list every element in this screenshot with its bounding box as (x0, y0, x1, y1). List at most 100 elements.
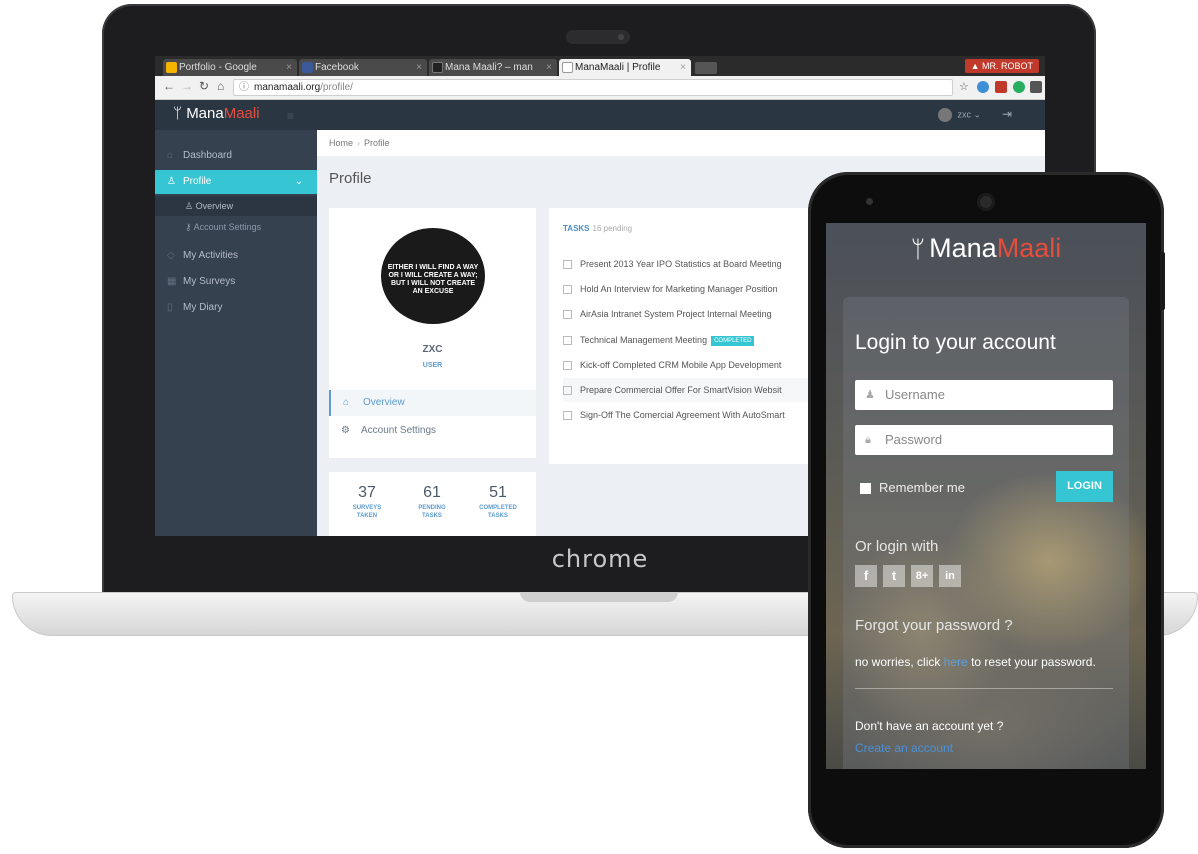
close-icon[interactable]: × (546, 59, 552, 76)
twitter-icon[interactable]: t (883, 565, 905, 587)
phone-screen: ᛘ ManaMaali Login to your account ♟ Usern… (826, 223, 1146, 769)
browser-tab[interactable]: Portfolio - Google × (163, 59, 297, 76)
browser-tab-active[interactable]: ManaMaali | Profile × (559, 59, 691, 76)
task-label: Prepare Commercial Offer For SmartVision… (580, 385, 782, 395)
stat-label: COMPLETED TASKS (479, 505, 517, 519)
device-mockup: chrome Portfolio - Google × Facebook × M… (0, 0, 1198, 854)
stat-surveys-taken: 37 SURVEYS TAKEN (337, 484, 397, 520)
linkedin-icon[interactable]: in (939, 565, 961, 587)
reload-icon[interactable]: ↻ (199, 79, 209, 93)
chevron-down-icon: ⌄ (294, 176, 303, 187)
no-account-text: Don't have an account yet ? (855, 719, 1004, 733)
home-icon: ⌂ (343, 397, 350, 408)
sidebar-item-profile[interactable]: ♙ Profile ⌄ (155, 170, 317, 194)
stat-pending-tasks: 61 PENDING TASKS (402, 484, 462, 520)
sidebar: ⌂ Dashboard ♙ Profile ⌄ ♙ Overview ⚷ Accou… (155, 130, 317, 536)
task-checkbox[interactable] (563, 260, 572, 270)
task-label: Kick-off Completed CRM Mobile App Develo… (580, 360, 782, 370)
task-checkbox[interactable] (563, 310, 572, 320)
phone-logo: ᛘ ManaMaali (826, 233, 1146, 264)
info-icon: ⓘ (239, 82, 249, 93)
logo-text-accent: Maali (996, 233, 1062, 263)
logo-mark-icon: ᛘ (173, 105, 183, 122)
task-checkbox[interactable] (563, 336, 572, 346)
close-icon[interactable]: × (286, 59, 292, 76)
username-field[interactable]: ♟ Username (855, 380, 1113, 410)
logo-text-accent: Maali (223, 105, 260, 122)
password-field[interactable]: 🔒︎ Password (855, 425, 1113, 455)
task-checkbox[interactable] (563, 361, 572, 371)
slides-icon (166, 62, 177, 73)
sidebar-item-my-diary[interactable]: ▯ My Diary (155, 296, 317, 320)
browser-tab[interactable]: Facebook × (299, 59, 427, 76)
tab-label: Portfolio - Google (179, 62, 257, 73)
sidebar-item-my-surveys[interactable]: ▦ My Surveys (155, 270, 317, 294)
sidebar-item-label: Profile (183, 176, 212, 187)
phone-camera (977, 193, 995, 211)
pocket-icon[interactable] (1030, 81, 1042, 93)
forward-arrow-icon[interactable]: → (181, 79, 193, 93)
phone-sensor (866, 198, 873, 205)
new-tab-button[interactable] (695, 62, 717, 74)
task-checkbox[interactable] (563, 386, 572, 396)
sidebar-item-label: Overview (195, 201, 234, 211)
reset-password-text: no worries, click here to reset your pas… (855, 655, 1096, 669)
remember-checkbox[interactable] (860, 483, 871, 495)
login-button[interactable]: LOGIN (1056, 471, 1113, 502)
home-icon[interactable]: ⌂ (217, 79, 224, 93)
grid-icon: ▦ (167, 276, 177, 287)
facebook-icon[interactable]: f (855, 565, 877, 587)
key-icon: ⚷ (185, 222, 194, 232)
close-icon[interactable]: × (416, 59, 422, 76)
app-logo[interactable]: ᛘ ManaMaali (173, 105, 260, 122)
user-menu[interactable]: zxc ⌄ (938, 108, 981, 122)
stat-value: 61 (423, 484, 441, 501)
profile-menu-overview[interactable]: ⌂ Overview (329, 390, 536, 416)
task-label: Sign-Off The Comercial Agreement With Au… (580, 410, 785, 420)
extension-icon[interactable] (1013, 81, 1025, 93)
url-field[interactable]: ⓘ manamaali.org/profile/ (233, 79, 953, 96)
login-title: Login to your account (855, 331, 1056, 354)
site-favicon-icon (432, 62, 443, 73)
close-icon[interactable]: × (680, 59, 686, 76)
logout-icon[interactable]: ⇥ (1002, 107, 1012, 121)
reset-prefix: no worries, click (855, 655, 941, 669)
page-title: Profile (329, 170, 372, 187)
tab-label: ManaMaali | Profile (575, 62, 661, 73)
browser-tab[interactable]: Mana Maali? – man × (429, 59, 557, 76)
user-icon: ♙ (185, 201, 196, 211)
star-icon[interactable]: ☆ (959, 80, 969, 93)
task-checkbox[interactable] (563, 411, 572, 421)
stat-value: 51 (489, 484, 507, 501)
user-icon: ♙ (167, 176, 176, 187)
login-form: Login to your account ♟ Username 🔒︎ Pass… (843, 297, 1129, 769)
password-placeholder: Password (885, 432, 943, 447)
book-icon: ▯ (167, 302, 173, 313)
logo-mark-icon: ᛘ (910, 236, 926, 263)
url-host: manamaali.org (254, 82, 321, 93)
sidebar-subitem-overview[interactable]: ♙ Overview (155, 196, 317, 216)
extension-icon[interactable] (995, 81, 1007, 93)
breadcrumb-home[interactable]: Home (329, 138, 353, 148)
forgot-password-title: Forgot your password ? (855, 617, 1013, 634)
google-plus-icon[interactable]: 8+ (911, 565, 933, 587)
sidebar-item-dashboard[interactable]: ⌂ Dashboard (155, 144, 317, 168)
remember-me[interactable]: Remember me (860, 480, 965, 495)
profile-menu-account-settings[interactable]: ⚙ Account Settings (329, 418, 536, 444)
task-checkbox[interactable] (563, 285, 572, 295)
extension-icon[interactable] (977, 81, 989, 93)
logo-text: Mana (929, 233, 997, 263)
browser-profile-badge[interactable]: ▲ MR. ROBOT (964, 59, 1039, 73)
sidebar-item-my-activities[interactable]: ◇ My Activities (155, 244, 317, 268)
reset-password-link[interactable]: here (944, 655, 968, 669)
reset-suffix: to reset your password. (971, 655, 1096, 669)
profile-avatar: EITHER I WILL FIND A WAY OR I WILL CREAT… (381, 228, 485, 324)
facebook-icon (302, 62, 313, 73)
sidebar-item-label: My Activities (183, 250, 239, 261)
back-arrow-icon[interactable]: ← (163, 79, 175, 93)
menu-toggle-icon[interactable]: ≡ (287, 109, 294, 123)
sidebar-subitem-account-settings[interactable]: ⚷ Account Settings (155, 217, 317, 237)
avatar-quote: EITHER I WILL FIND A WAY OR I WILL CREAT… (387, 264, 479, 295)
webcam-lens (618, 34, 624, 40)
create-account-link[interactable]: Create an account (855, 741, 953, 755)
